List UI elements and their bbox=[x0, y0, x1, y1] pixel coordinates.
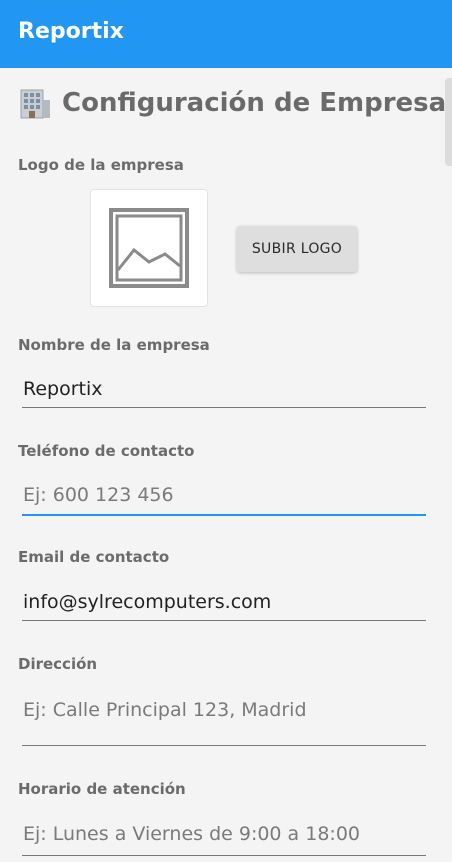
image-placeholder-icon bbox=[109, 208, 189, 288]
address-input[interactable] bbox=[22, 698, 426, 746]
upload-logo-button[interactable]: SUBIR LOGO bbox=[237, 226, 357, 272]
company-name-input[interactable] bbox=[22, 378, 426, 408]
email-label: Email de contacto bbox=[18, 548, 170, 566]
building-icon bbox=[18, 86, 52, 120]
page-title-text: Configuración de Empresa bbox=[62, 88, 447, 118]
hours-input[interactable] bbox=[22, 822, 426, 856]
phone-input[interactable] bbox=[22, 484, 426, 516]
phone-label: Teléfono de contacto bbox=[18, 442, 195, 460]
address-label: Dirección bbox=[18, 655, 98, 673]
logo-preview[interactable] bbox=[90, 189, 208, 307]
hours-label: Horario de atención bbox=[18, 780, 186, 798]
logo-label: Logo de la empresa bbox=[18, 156, 184, 174]
email-input[interactable] bbox=[22, 591, 426, 621]
page-title: Configuración de Empresa bbox=[18, 86, 446, 120]
app-title: Reportix bbox=[18, 19, 124, 44]
company-name-label: Nombre de la empresa bbox=[18, 336, 210, 354]
app-bar: Reportix bbox=[0, 0, 452, 68]
